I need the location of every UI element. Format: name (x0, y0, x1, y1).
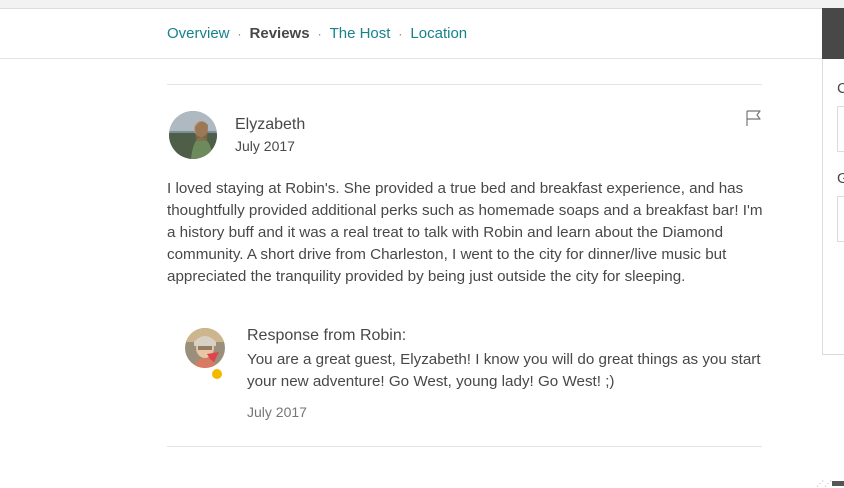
response-title: Response from Robin: (247, 327, 407, 344)
listing-section-nav: Overview · Reviews · The Host · Location (167, 25, 467, 42)
nav-separator: · (398, 26, 403, 41)
superhost-badge (212, 369, 222, 379)
booking-panel-label: C (837, 80, 844, 97)
review-top-divider (167, 84, 762, 85)
nav-separator: · (237, 26, 242, 41)
nav-separator: · (317, 26, 322, 41)
review-bottom-divider (167, 446, 762, 447)
nav-divider (0, 58, 822, 59)
reviewer-name[interactable]: Elyzabeth (235, 116, 305, 134)
flag-icon[interactable] (744, 108, 764, 128)
response-date: July 2017 (247, 404, 307, 420)
browser-top-edge (0, 0, 844, 9)
nav-link-reviews[interactable]: Reviews (250, 25, 310, 42)
response-text: You are a great guest, Elyzabeth! I know… (247, 351, 761, 390)
review-text: I loved staying at Robin's. She provided… (167, 180, 763, 285)
scrollbar-corner (832, 481, 844, 486)
reviewer-avatar[interactable] (169, 111, 217, 159)
review-date: July 2017 (235, 138, 295, 154)
host-avatar[interactable] (185, 328, 225, 368)
booking-panel-label: G (837, 170, 844, 187)
nav-link-overview[interactable]: Overview (167, 25, 230, 42)
booking-panel-header (822, 8, 844, 59)
nav-link-the-host[interactable]: The Host (330, 25, 391, 42)
booking-date-input[interactable] (837, 106, 844, 152)
resize-grip-icon: ⋰⋰ (816, 479, 832, 488)
nav-link-location[interactable]: Location (410, 25, 467, 42)
booking-guests-input[interactable] (837, 196, 844, 242)
